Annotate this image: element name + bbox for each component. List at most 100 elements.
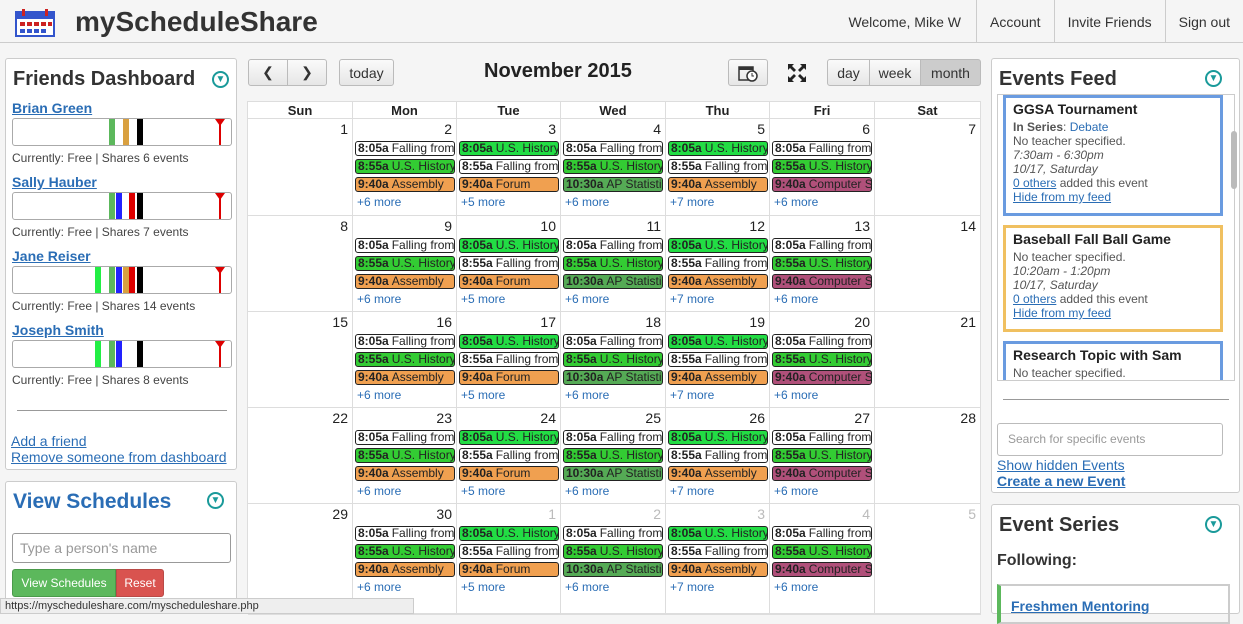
more-events-link[interactable]: +7 more	[670, 292, 714, 306]
event-chip[interactable]: 8:05a Falling from	[563, 430, 663, 445]
add-friend-link[interactable]: Add a friend	[11, 433, 87, 449]
more-events-link[interactable]: +6 more	[774, 484, 818, 498]
event-chip[interactable]: 8:55a U.S. History	[772, 159, 872, 174]
day-cell[interactable]: 13 8:05a Falling from 8:55a U.S. History 9:40…	[770, 216, 875, 312]
event-chip[interactable]: 8:55a Falling from	[668, 256, 768, 271]
event-chip[interactable]: 8:55a Falling from	[459, 256, 559, 271]
friend-name-link[interactable]: Joseph Smith	[12, 322, 232, 338]
day-cell[interactable]: 4 8:05a Falling from 8:55a U.S. History 10:30…	[561, 119, 666, 216]
invite-friends-link[interactable]: Invite Friends	[1053, 0, 1165, 43]
event-chip[interactable]: 8:05a U.S. History	[668, 141, 768, 156]
event-chip[interactable]: 8:55a U.S. History	[772, 544, 872, 559]
event-chip[interactable]: 8:55a U.S. History	[563, 159, 663, 174]
friend-name-link[interactable]: Sally Hauber	[12, 174, 232, 190]
day-cell[interactable]: 3 8:05a U.S. History 8:55a Falling from 9:40a…	[666, 504, 770, 615]
day-cell[interactable]: 15	[248, 312, 353, 408]
event-chip[interactable]: 8:05a U.S. History	[459, 430, 559, 445]
view-schedules-button[interactable]: View Schedules	[12, 569, 116, 597]
collapse-chevron-icon[interactable]: ▼	[1205, 70, 1222, 87]
event-chip[interactable]: 9:40a Forum	[459, 370, 559, 385]
prev-month-button[interactable]: ❮	[248, 59, 288, 86]
day-cell[interactable]: 1 8:05a U.S. History 8:55a Falling from 9:40a…	[457, 504, 561, 615]
search-events-input[interactable]: Search for specific events	[997, 423, 1223, 456]
day-cell[interactable]: 22	[248, 408, 353, 504]
day-cell[interactable]: 17 8:05a U.S. History 8:55a Falling from 9:40…	[457, 312, 561, 408]
event-chip[interactable]: 8:05a Falling from	[772, 526, 872, 541]
event-chip[interactable]: 8:05a Falling from	[772, 238, 872, 253]
account-link[interactable]: Account	[975, 0, 1054, 43]
day-cell[interactable]: 11 8:05a Falling from 8:55a U.S. History 10:3…	[561, 216, 666, 312]
day-cell[interactable]: 14	[875, 216, 981, 312]
event-chip[interactable]: 9:40a Forum	[459, 177, 559, 192]
event-chip[interactable]: 10:30aAP Statistics	[563, 177, 663, 192]
more-events-link[interactable]: +6 more	[357, 484, 401, 498]
friend-name-link[interactable]: Brian Green	[12, 100, 232, 116]
day-cell[interactable]: 5 8:05a U.S. History 8:55a Falling from 9:40a…	[666, 119, 770, 216]
event-chip[interactable]: 10:30aAP Statistics	[563, 466, 663, 481]
event-chip[interactable]: 8:55a Falling from	[459, 448, 559, 463]
more-events-link[interactable]: +5 more	[461, 292, 505, 306]
more-events-link[interactable]: +6 more	[357, 580, 401, 594]
event-chip[interactable]: 8:05a Falling from	[355, 430, 455, 445]
event-chip[interactable]: 8:55a U.S. History	[772, 352, 872, 367]
event-chip[interactable]: 8:05a U.S. History	[459, 238, 559, 253]
event-chip[interactable]: 8:55a U.S. History	[563, 448, 663, 463]
day-cell[interactable]: 10 8:05a U.S. History 8:55a Falling from 9:40…	[457, 216, 561, 312]
event-chip[interactable]: 9:40a Assembly	[668, 177, 768, 192]
reset-button[interactable]: Reset	[116, 569, 164, 597]
others-link[interactable]: 0 others	[1013, 292, 1056, 306]
more-events-link[interactable]: +6 more	[774, 195, 818, 209]
day-cell[interactable]: 2 8:05a Falling from 8:55a U.S. History 9:40a…	[353, 119, 457, 216]
event-chip[interactable]: 8:05a U.S. History	[459, 141, 559, 156]
event-chip[interactable]: 9:40a Assembly	[668, 274, 768, 289]
event-chip[interactable]: 8:55a Falling from	[459, 352, 559, 367]
day-cell[interactable]: 5	[875, 504, 981, 615]
day-cell[interactable]: 16 8:05a Falling from 8:55a U.S. History 9:40…	[353, 312, 457, 408]
event-chip[interactable]: 8:55a U.S. History	[355, 256, 455, 271]
event-chip[interactable]: 9:40a Assembly	[355, 562, 455, 577]
day-cell[interactable]: 25 8:05a Falling from 8:55a U.S. History 10:3…	[561, 408, 666, 504]
event-chip[interactable]: 9:40a Assembly	[668, 466, 768, 481]
event-chip[interactable]: 8:55a U.S. History	[355, 544, 455, 559]
event-chip[interactable]: 8:05a Falling from	[772, 430, 872, 445]
event-chip[interactable]: 8:05a Falling from	[355, 526, 455, 541]
event-chip[interactable]: 9:40a Computer S	[772, 370, 872, 385]
event-chip[interactable]: 8:55a U.S. History	[772, 448, 872, 463]
week-view-button[interactable]: week	[869, 59, 921, 86]
day-cell[interactable]: 7	[875, 119, 981, 216]
remove-friend-link[interactable]: Remove someone from dashboard	[11, 449, 227, 465]
show-hidden-events-link[interactable]: Show hidden Events	[997, 457, 1125, 473]
series-item[interactable]: Freshmen Mentoring	[997, 584, 1230, 624]
day-cell[interactable]: 23 8:05a Falling from 8:55a U.S. History 9:40…	[353, 408, 457, 504]
event-chip[interactable]: 8:55a Falling from	[668, 448, 768, 463]
series-link[interactable]: Debate	[1070, 120, 1109, 134]
more-events-link[interactable]: +6 more	[565, 195, 609, 209]
event-chip[interactable]: 8:55a U.S. History	[563, 352, 663, 367]
event-chip[interactable]: 8:55a Falling from	[668, 159, 768, 174]
hide-from-feed-link[interactable]: Hide from my feed	[1013, 190, 1213, 204]
day-cell[interactable]: 12 8:05a U.S. History 8:55a Falling from 9:40…	[666, 216, 770, 312]
day-cell[interactable]: 21	[875, 312, 981, 408]
event-chip[interactable]: 8:55a Falling from	[668, 544, 768, 559]
event-chip[interactable]: 8:05a Falling from	[355, 141, 455, 156]
event-chip[interactable]: 8:05a Falling from	[563, 238, 663, 253]
events-feed-list[interactable]: GGSA Tournament In Series: Debate No tea…	[997, 94, 1235, 381]
more-events-link[interactable]: +6 more	[357, 195, 401, 209]
others-link[interactable]: 0 others	[1013, 176, 1056, 190]
collapse-chevron-icon[interactable]: ▼	[212, 71, 229, 88]
day-cell[interactable]: 28	[875, 408, 981, 504]
day-cell[interactable]: 2 8:05a Falling from 8:55a U.S. History 10:30…	[561, 504, 666, 615]
more-events-link[interactable]: +6 more	[565, 580, 609, 594]
event-chip[interactable]: 8:55a U.S. History	[563, 544, 663, 559]
event-chip[interactable]: 8:55a Falling from	[459, 544, 559, 559]
event-chip[interactable]: 9:40a Assembly	[355, 177, 455, 192]
more-events-link[interactable]: +7 more	[670, 195, 714, 209]
event-chip[interactable]: 9:40a Computer S	[772, 177, 872, 192]
event-chip[interactable]: 8:05a U.S. History	[459, 334, 559, 349]
day-cell[interactable]: 6 8:05a Falling from 8:55a U.S. History 9:40a…	[770, 119, 875, 216]
more-events-link[interactable]: +7 more	[670, 388, 714, 402]
feed-scrollbar[interactable]	[1231, 131, 1237, 189]
event-chip[interactable]: 8:55a U.S. History	[772, 256, 872, 271]
day-cell[interactable]: 8	[248, 216, 353, 312]
next-month-button[interactable]: ❯	[287, 59, 327, 86]
